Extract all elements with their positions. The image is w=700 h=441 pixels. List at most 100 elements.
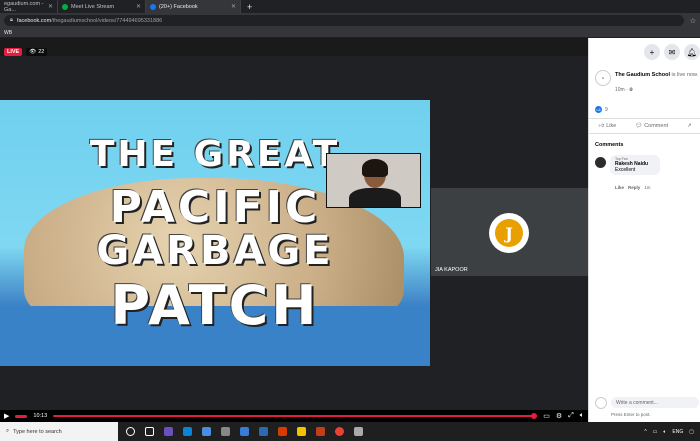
settings-gear-icon[interactable]: ⚙ bbox=[556, 412, 562, 420]
person-body bbox=[349, 188, 401, 207]
tab-gaudium[interactable]: egaudium.com - Ga... ✕ bbox=[0, 0, 58, 13]
powerpoint-icon[interactable] bbox=[316, 427, 325, 436]
like-reaction-icon: 👍︎ bbox=[595, 106, 602, 113]
browser-tab-bar: egaudium.com - Ga... ✕ Meet Live Stream … bbox=[0, 0, 700, 13]
edge-icon[interactable] bbox=[183, 427, 192, 436]
explorer-icon[interactable] bbox=[297, 427, 306, 436]
task-view-icon[interactable] bbox=[145, 427, 154, 436]
facebook-icon bbox=[150, 3, 156, 10]
presenter-camera bbox=[326, 153, 421, 208]
progress-handle[interactable] bbox=[531, 413, 538, 419]
participant-name: JIA KAPOOR bbox=[435, 267, 468, 273]
tab-facebook[interactable]: (20+) Facebook ✕ bbox=[146, 0, 241, 13]
store-icon[interactable] bbox=[202, 427, 211, 436]
player-controls: ▶ 10:13 ▭ ⚙ ⤢ 🔈︎ bbox=[0, 410, 588, 422]
play-icon[interactable]: ▶ bbox=[4, 412, 9, 420]
share-button[interactable]: ↗ bbox=[687, 123, 692, 129]
tab-label: (20+) Facebook bbox=[159, 3, 198, 10]
post-actions: 👍︎ Like 💬︎ Comment ↗ bbox=[589, 118, 700, 134]
facebook-side-panel: + ✉ 🔔︎ G The Gaudium School is live now.… bbox=[588, 38, 700, 422]
facebook-top-icons: + ✉ 🔔︎ bbox=[644, 44, 700, 60]
thumbs-up-icon: 👍︎ bbox=[598, 123, 605, 129]
post-title: The Gaudium School is live now. bbox=[615, 72, 700, 79]
comment-input[interactable]: Write a comment... bbox=[611, 397, 699, 408]
chevron-up-icon[interactable]: ^ bbox=[644, 429, 646, 435]
url-host: facebook.com bbox=[16, 17, 52, 24]
page-logo[interactable]: G bbox=[595, 70, 611, 86]
url-path: /thegaudiumschool/videos/774494695331886 bbox=[51, 17, 163, 24]
taskbar-apps bbox=[118, 427, 363, 436]
bookmark-item[interactable]: WB bbox=[4, 30, 12, 36]
volume-icon[interactable]: 🔈︎ bbox=[580, 412, 584, 420]
fullscreen-icon[interactable]: ⤢ bbox=[568, 412, 574, 420]
messenger-icon[interactable]: ✉ bbox=[664, 44, 680, 60]
comment-bubble: Top Fan Rakesh Naidu Excellent bbox=[610, 155, 660, 175]
taskbar-search[interactable]: ⌕ Type here to search bbox=[0, 422, 118, 441]
like-button[interactable]: 👍︎ Like bbox=[598, 123, 616, 129]
mail-icon[interactable] bbox=[240, 427, 249, 436]
captions-icon[interactable]: ▭ bbox=[543, 412, 550, 420]
plus-icon[interactable]: + bbox=[644, 44, 660, 60]
comment-label: Comment bbox=[644, 123, 669, 129]
comment-icon: 💬︎ bbox=[635, 123, 643, 129]
reaction-count: 9 bbox=[605, 106, 608, 113]
participant-avatar: J bbox=[489, 213, 529, 253]
participant-tile: J JIA KAPOOR bbox=[431, 188, 588, 276]
bookmark-star-icon[interactable]: ☆ bbox=[690, 17, 696, 25]
reaction-summary[interactable]: 👍︎ 9 bbox=[595, 106, 608, 113]
comment-like-link[interactable]: Like bbox=[615, 185, 624, 190]
eye-icon: 👁︎ bbox=[29, 49, 37, 55]
live-status-text: is live now. bbox=[671, 72, 699, 78]
share-icon: ↗ bbox=[686, 123, 692, 129]
photos-icon[interactable] bbox=[259, 427, 268, 436]
notification-icon[interactable]: ▢ bbox=[689, 429, 694, 435]
comment-reply-link[interactable]: Reply bbox=[628, 185, 640, 190]
close-icon[interactable]: ✕ bbox=[231, 3, 236, 10]
meet-icon bbox=[62, 3, 68, 10]
cortana-icon[interactable] bbox=[126, 427, 135, 436]
live-badge: LIVE bbox=[4, 48, 23, 56]
settings-icon[interactable] bbox=[221, 427, 230, 436]
system-tray: ^ ▭ 🔈︎ ENG ▢ bbox=[644, 429, 700, 435]
tab-label: Meet Live Stream bbox=[71, 3, 115, 10]
page-name-link[interactable]: The Gaudium School bbox=[615, 72, 670, 78]
comment-meta: Like Reply 1m bbox=[615, 185, 651, 190]
live-dot bbox=[15, 414, 28, 418]
close-icon[interactable]: ✕ bbox=[136, 3, 141, 10]
viewer-count: 👁︎ 22 bbox=[26, 48, 48, 56]
network-icon[interactable]: ▭ bbox=[653, 429, 658, 435]
viewer-count-value: 22 bbox=[38, 49, 45, 55]
slide-title-line: GARBAGE bbox=[96, 228, 334, 274]
tab-meet[interactable]: Meet Live Stream ✕ bbox=[58, 0, 146, 13]
avatar-letter: J bbox=[495, 219, 523, 247]
avatar[interactable] bbox=[595, 157, 606, 168]
volume-icon[interactable]: 🔈︎ bbox=[663, 429, 666, 435]
comments-heading: Comments bbox=[595, 142, 624, 148]
language-indicator[interactable]: ENG bbox=[672, 429, 683, 435]
app-icon[interactable] bbox=[164, 427, 173, 436]
comment-button[interactable]: 💬︎ Comment bbox=[635, 123, 668, 129]
person-hair bbox=[362, 159, 388, 177]
globe-icon: 🌐︎ bbox=[629, 87, 634, 93]
presentation-slide: THE GREAT PACIFIC GARBAGE PATCH bbox=[0, 100, 430, 366]
slide-title-line: PATCH bbox=[110, 274, 320, 337]
avatar bbox=[595, 397, 607, 409]
bookmarks-bar: WB bbox=[0, 28, 700, 38]
progress-bar[interactable] bbox=[53, 413, 538, 419]
comment-age: 1m bbox=[644, 185, 651, 190]
url-field[interactable]: 🔒︎ facebook.com/thegaudiumschool/videos/… bbox=[4, 15, 684, 26]
video-player[interactable]: LIVE 👁︎ 22 THE GREAT PACIFIC GARBAGE PAT… bbox=[0, 38, 588, 410]
comment-text: Excellent bbox=[615, 167, 636, 173]
notifications-icon[interactable]: 🔔︎ bbox=[684, 44, 700, 60]
comment-hint: Press Enter to post. bbox=[611, 412, 651, 417]
live-indicator: LIVE 👁︎ 22 bbox=[4, 48, 48, 56]
new-tab-button[interactable]: + bbox=[241, 2, 258, 12]
office-icon[interactable] bbox=[278, 427, 287, 436]
like-label: Like bbox=[606, 123, 617, 129]
chrome-icon[interactable] bbox=[335, 427, 344, 436]
tab-label: egaudium.com - Ga... bbox=[4, 0, 44, 13]
elapsed-time: 10:13 bbox=[33, 413, 48, 419]
post-time: 10m · 🌐︎ bbox=[615, 87, 634, 93]
app-icon[interactable] bbox=[354, 427, 363, 436]
close-icon[interactable]: ✕ bbox=[48, 3, 53, 10]
